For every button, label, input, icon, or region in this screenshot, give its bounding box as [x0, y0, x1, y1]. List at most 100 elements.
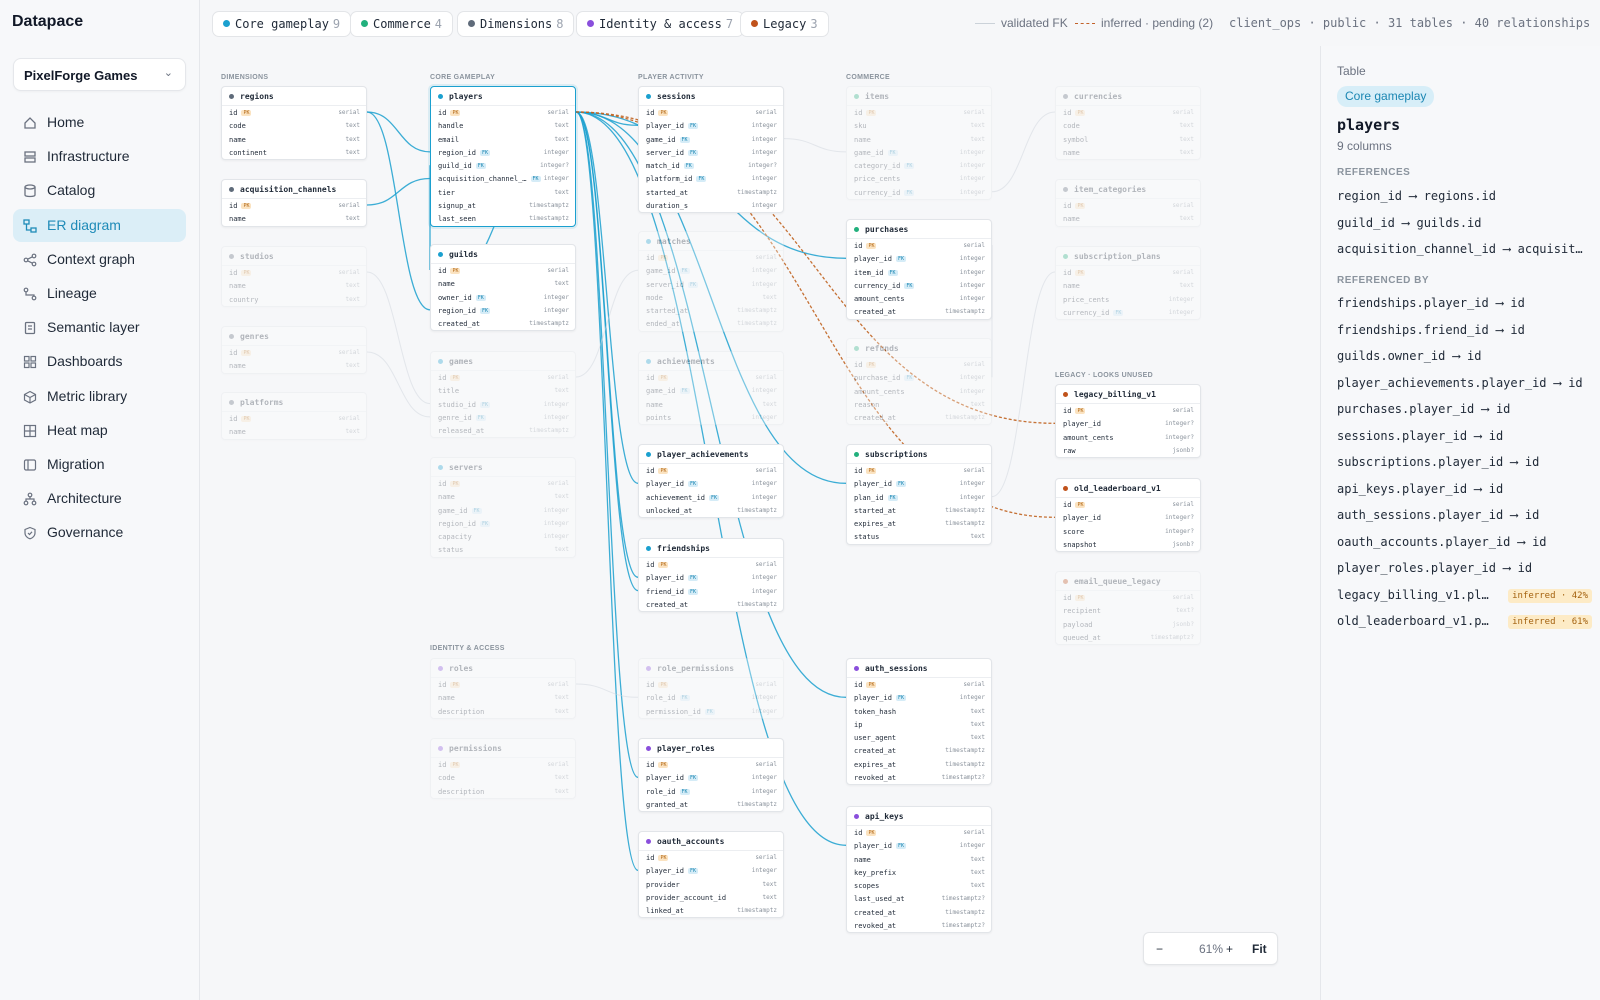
sidebar-item-er-diagram[interactable]: ER diagram — [13, 208, 186, 242]
column-row[interactable]: id PK serial — [847, 358, 991, 371]
column-row[interactable]: game_id FK integer — [847, 146, 991, 159]
er-canvas[interactable]: DIMENSIONS CORE GAMEPLAY PLAYER ACTIVITY… — [200, 46, 1320, 1000]
column-row[interactable]: mode text — [639, 291, 783, 304]
sidebar-item-infrastructure[interactable]: Infrastructure — [13, 140, 186, 173]
column-row[interactable]: id PK serial — [847, 239, 991, 252]
column-row[interactable]: match_id FK integer? — [639, 159, 783, 172]
table-card-api-keys[interactable]: api_keys id PK serial player_id FK integer name… — [846, 806, 992, 934]
table-card-items[interactable]: items id PK serial sku text name text game_id FK i… — [846, 86, 992, 201]
reference-item[interactable]: region_id ⟶ regions.id — [1337, 189, 1587, 203]
faded-edge[interactable] — [991, 271, 1056, 498]
column-row[interactable]: id PK serial — [431, 371, 575, 384]
table-card-players[interactable]: players id PK serial handle text email text regi… — [430, 86, 576, 227]
column-row[interactable]: id PK serial — [639, 758, 783, 771]
column-row[interactable]: signup_at timestamptz — [431, 199, 575, 212]
column-row[interactable]: name text — [1056, 212, 1200, 225]
table-card-achievements[interactable]: achievements id PK serial game_id FK integer na… — [638, 351, 784, 426]
zoom-in-button[interactable]: + — [1226, 942, 1233, 956]
faded-edge[interactable] — [783, 138, 847, 153]
column-row[interactable]: platform_id FK integer — [639, 172, 783, 185]
reference-item[interactable]: guild_id ⟶ guilds.id — [1337, 216, 1587, 230]
column-row[interactable]: item_id FK integer — [847, 266, 991, 279]
column-row[interactable]: role_id FK integer — [639, 691, 783, 704]
column-row[interactable]: unlocked_at timestamptz — [639, 504, 783, 517]
column-row[interactable]: permission_id FK integer — [639, 705, 783, 718]
column-row[interactable]: purchase_id FK integer — [847, 371, 991, 384]
column-row[interactable]: released_at timestamptz — [431, 424, 575, 437]
column-row[interactable]: id PK serial — [847, 678, 991, 691]
column-row[interactable]: id PK serial — [639, 851, 783, 864]
column-row[interactable]: name text — [1056, 279, 1200, 292]
table-card-legacy-billing-v1[interactable]: legacy_billing_v1 id PK serial player_id inte… — [1055, 384, 1201, 459]
column-row[interactable]: id PK serial — [639, 558, 783, 571]
column-row[interactable]: created_at timestamptz — [639, 598, 783, 611]
column-row[interactable]: region_id FK integer — [431, 517, 575, 530]
table-card-subscriptions[interactable]: subscriptions id PK serial player_id FK intege… — [846, 444, 992, 545]
referenced-by-item[interactable]: auth_sessions.player_id ⟶ id — [1337, 508, 1587, 522]
workspace-selector[interactable]: PixelForge Games ⌄ — [13, 58, 186, 91]
column-row[interactable]: id PK serial — [1056, 591, 1200, 604]
column-row[interactable]: server_id FK integer — [639, 146, 783, 159]
table-card-sessions[interactable]: sessions id PK serial player_id FK integer game… — [638, 86, 784, 214]
column-row[interactable]: id PK serial — [1056, 106, 1200, 119]
column-row[interactable]: id PK serial — [1056, 404, 1200, 417]
referenced-by-item[interactable]: purchases.player_id ⟶ id — [1337, 402, 1587, 416]
referenced-by-item[interactable]: subscriptions.player_id ⟶ id — [1337, 455, 1587, 469]
column-row[interactable]: points integer — [639, 411, 783, 424]
column-row[interactable]: amount_cents integer? — [1056, 431, 1200, 444]
table-card-studios[interactable]: studios id PK serial name text country text — [221, 246, 367, 307]
column-row[interactable]: id PK serial — [847, 106, 991, 119]
column-row[interactable]: created_at timestamptz — [847, 411, 991, 424]
table-card-genres[interactable]: genres id PK serial name text — [221, 326, 367, 374]
column-row[interactable]: name text — [847, 133, 991, 146]
column-row[interactable]: linked_at timestamptz — [639, 904, 783, 917]
column-row[interactable]: created_at timestamptz — [847, 906, 991, 919]
column-row[interactable]: region_id FK integer — [431, 304, 575, 317]
column-row[interactable]: last_seen timestamptz — [431, 212, 575, 225]
column-row[interactable]: player_id integer? — [1056, 511, 1200, 524]
column-row[interactable]: email text — [431, 133, 575, 146]
zoom-out-button[interactable]: − — [1156, 942, 1163, 956]
column-row[interactable]: friend_id FK integer — [639, 585, 783, 598]
fit-button[interactable]: Fit — [1252, 942, 1267, 956]
table-card-subscription-plans[interactable]: subscription_plans id PK serial name text pric… — [1055, 246, 1201, 321]
column-row[interactable]: ip text — [847, 718, 991, 731]
table-card-old-leaderboard-v1[interactable]: old_leaderboard_v1 id PK serial player_id int… — [1055, 478, 1201, 553]
column-row[interactable]: player_id FK integer — [639, 571, 783, 584]
referenced-by-item[interactable]: sessions.player_id ⟶ id — [1337, 429, 1587, 443]
column-row[interactable]: snapshot jsonb? — [1056, 538, 1200, 551]
table-card-friendships[interactable]: friendships id PK serial player_id FK integer f… — [638, 538, 784, 613]
referenced-by-item[interactable]: old_leaderboard_v1.player_id ⟶ id — [1337, 614, 1495, 628]
filter-chip-commerce[interactable]: Commerce 4 — [350, 11, 454, 37]
column-row[interactable]: scopes text — [847, 879, 991, 892]
fk-edge-player-achievements[interactable] — [575, 111, 639, 484]
column-row[interactable]: payload jsonb? — [1056, 618, 1200, 631]
column-row[interactable]: revoked_at timestamptz? — [847, 771, 991, 784]
column-row[interactable]: name text — [222, 279, 366, 292]
referenced-by-item[interactable]: player_roles.player_id ⟶ id — [1337, 561, 1587, 575]
column-row[interactable]: description text — [431, 785, 575, 798]
table-card-player-roles[interactable]: player_roles id PK serial player_id FK integer… — [638, 738, 784, 813]
table-card-permissions[interactable]: permissions id PK serial code text description… — [430, 738, 576, 799]
column-row[interactable]: id PK serial — [431, 758, 575, 771]
column-row[interactable]: player_id FK integer — [639, 864, 783, 877]
column-row[interactable]: player_id FK integer — [847, 477, 991, 490]
column-row[interactable]: player_id FK integer — [847, 691, 991, 704]
referenced-by-item[interactable]: friendships.friend_id ⟶ id — [1337, 323, 1587, 337]
column-row[interactable]: genre_id FK integer — [431, 411, 575, 424]
table-card-platforms[interactable]: platforms id PK serial name text — [221, 392, 367, 440]
column-row[interactable]: provider text — [639, 878, 783, 891]
column-row[interactable]: game_id FK integer — [639, 133, 783, 146]
sidebar-item-heat-map[interactable]: Heat map — [13, 414, 186, 447]
table-card-purchases[interactable]: purchases id PK serial player_id FK integer ite… — [846, 219, 992, 320]
column-row[interactable]: user_agent text — [847, 731, 991, 744]
column-row[interactable]: created_at timestamptz — [431, 317, 575, 330]
filter-chip-legacy[interactable]: Legacy 3 — [740, 11, 829, 37]
column-row[interactable]: currency_id FK integer — [847, 279, 991, 292]
column-row[interactable]: provider_account_id text — [639, 891, 783, 904]
table-card-role-permissions[interactable]: role_permissions id PK serial role_id FK integ… — [638, 658, 784, 719]
column-row[interactable]: guild_id FK integer? — [431, 159, 575, 172]
column-row[interactable]: id PK serial — [222, 346, 366, 359]
column-row[interactable]: id PK serial — [639, 371, 783, 384]
column-row[interactable]: name text — [222, 425, 366, 438]
